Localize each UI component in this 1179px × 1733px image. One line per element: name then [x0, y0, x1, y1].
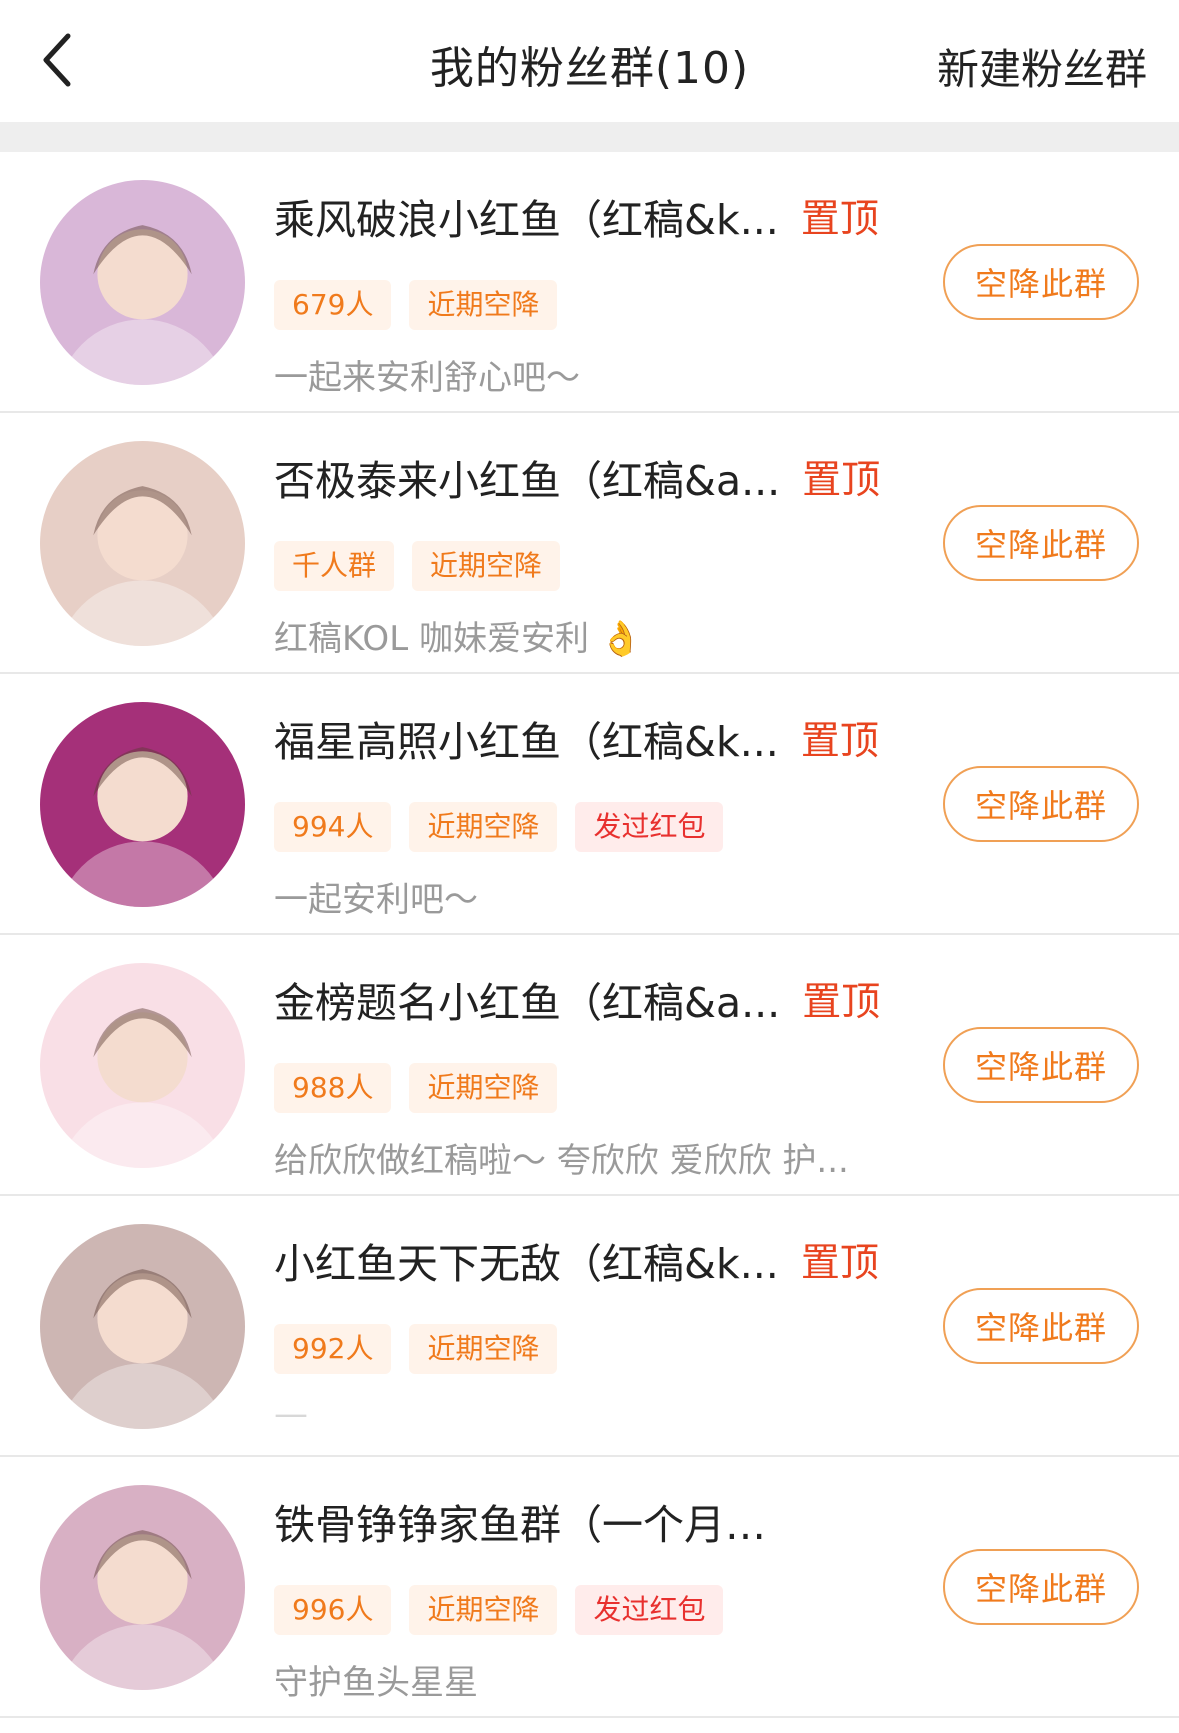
group-tag: 近期空降 — [409, 280, 558, 330]
group-description: 一起来安利舒心吧～ — [274, 358, 580, 398]
group-tags: 992人 近期空降 — [274, 1324, 558, 1374]
group-tags: 千人群 近期空降 — [274, 541, 561, 591]
group-name: 福星高照小红鱼（红稿&k... — [274, 718, 779, 766]
group-description: 一起安利吧～ — [274, 880, 478, 920]
group-avatar[interactable] — [40, 702, 245, 907]
group-row[interactable]: 乘风破浪小红鱼（红稿&k... 置顶 679人 近期空降一起来安利舒心吧～ 空降此群 — [0, 152, 1179, 413]
join-group-button[interactable]: 空降此群 — [943, 1549, 1139, 1625]
group-description: 守护鱼头星星 — [274, 1663, 478, 1703]
group-description: 红稿KOL 咖妹爱安利 👌 — [274, 619, 643, 659]
group-name: 铁骨铮铮家鱼群（一个月不发... — [274, 1501, 804, 1549]
group-tag: 发过红包 — [575, 802, 724, 852]
group-avatar[interactable] — [40, 1485, 245, 1690]
join-group-button[interactable]: 空降此群 — [943, 1288, 1139, 1364]
join-group-button[interactable]: 空降此群 — [943, 505, 1139, 581]
group-name-line: 小红鱼天下无敌（红稿&k... 置顶 — [274, 1230, 904, 1290]
group-tags: 988人 近期空降 — [274, 1063, 558, 1113]
group-tag: 679人 — [274, 280, 392, 330]
pinned-label: 置顶 — [802, 980, 881, 1025]
pinned-label: 置顶 — [800, 197, 879, 242]
pinned-label: 置顶 — [800, 1241, 879, 1286]
group-name-line: 铁骨铮铮家鱼群（一个月不发... — [274, 1491, 904, 1551]
pinned-label: 置顶 — [802, 458, 881, 503]
group-name: 否极泰来小红鱼（红稿&a... — [274, 457, 781, 505]
group-tags: 996人 近期空降 发过红包 — [274, 1585, 724, 1635]
group-tag: 996人 — [274, 1585, 392, 1635]
group-name-line: 福星高照小红鱼（红稿&k... 置顶 — [274, 708, 904, 768]
group-tag: 近期空降 — [409, 1324, 558, 1374]
group-tag: 发过红包 — [575, 1585, 724, 1635]
group-avatar[interactable] — [40, 441, 245, 646]
header: 我的粉丝群(10) 新建粉丝群 — [0, 0, 1179, 122]
group-name: 金榜题名小红鱼（红稿&a... — [274, 979, 781, 1027]
group-name: 小红鱼天下无敌（红稿&k... — [274, 1240, 779, 1288]
group-row[interactable]: 小红鱼天下无敌（红稿&k... 置顶 992人 近期空降 — 空降此群 — [0, 1196, 1179, 1457]
pinned-label: 置顶 — [800, 719, 879, 764]
group-description: — — [274, 1394, 308, 1434]
group-row[interactable]: 福星高照小红鱼（红稿&k... 置顶 994人 近期空降 发过红包一起安利吧～ 空降此群 — [0, 674, 1179, 935]
group-tag: 近期空降 — [412, 541, 561, 591]
group-row[interactable]: 金榜题名小红鱼（红稿&a... 置顶 988人 近期空降给欣欣做红稿啦～ 夸欣欣 爱欣… — [0, 935, 1179, 1196]
group-name: 乘风破浪小红鱼（红稿&k... — [274, 196, 779, 244]
group-name-line: 否极泰来小红鱼（红稿&a... 置顶 — [274, 447, 904, 507]
group-row[interactable]: 否极泰来小红鱼（红稿&a... 置顶千人群 近期空降红稿KOL 咖妹爱安利 👌 空降此… — [0, 413, 1179, 674]
group-name-line: 乘风破浪小红鱼（红稿&k... 置顶 — [274, 186, 904, 246]
group-tag: 992人 — [274, 1324, 392, 1374]
group-tag: 近期空降 — [409, 1063, 558, 1113]
group-tags: 679人 近期空降 — [274, 280, 558, 330]
group-tag: 988人 — [274, 1063, 392, 1113]
group-tags: 994人 近期空降 发过红包 — [274, 802, 724, 852]
join-group-button[interactable]: 空降此群 — [943, 1027, 1139, 1103]
group-tag: 近期空降 — [409, 1585, 558, 1635]
group-tag: 近期空降 — [409, 802, 558, 852]
group-row[interactable]: 铁骨铮铮家鱼群（一个月不发... 996人 近期空降 发过红包守护鱼头星星 空降此群 — [0, 1457, 1179, 1718]
group-tag: 千人群 — [274, 541, 395, 591]
join-group-button[interactable]: 空降此群 — [943, 766, 1139, 842]
group-name-line: 金榜题名小红鱼（红稿&a... 置顶 — [274, 969, 904, 1029]
group-list: 乘风破浪小红鱼（红稿&k... 置顶 679人 近期空降 一起来安利舒心吧～ 空降此群 否极… — [0, 152, 1179, 1718]
new-fan-group-button[interactable]: 新建粉丝群 — [937, 36, 1147, 97]
group-avatar[interactable] — [40, 1224, 245, 1429]
join-group-button[interactable]: 空降此群 — [943, 244, 1139, 320]
group-tag: 994人 — [274, 802, 392, 852]
group-avatar[interactable] — [40, 963, 245, 1168]
separator — [0, 122, 1179, 152]
group-description: 给欣欣做红稿啦～ 夸欣欣 爱欣欣 护... — [274, 1141, 849, 1181]
group-avatar[interactable] — [40, 180, 245, 385]
